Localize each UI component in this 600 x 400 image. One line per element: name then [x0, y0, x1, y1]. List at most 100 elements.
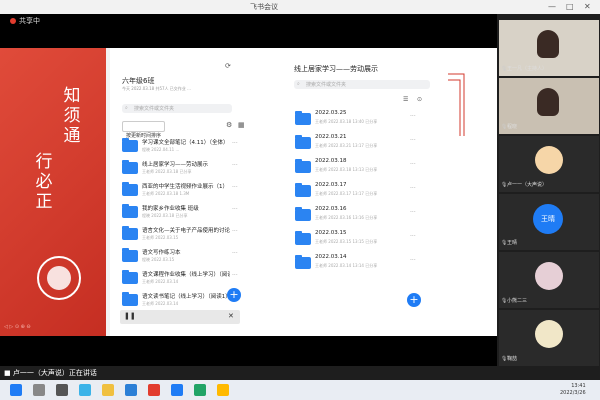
item-subtitle: 程晓 2022.04.11 ... [142, 147, 180, 152]
slide-controls[interactable]: ◁ ▷ ⊙ ⊕ ⊖ [4, 324, 31, 330]
decorative-red-lines [448, 73, 465, 136]
item-subtitle: 王老师 2022.03.14 13:14 已分享 [315, 263, 378, 268]
list-item[interactable]: 语文写作练习本 程晓 2022.03.15 ··· [110, 246, 246, 266]
media-player-bar[interactable]: ❚❚ ✕ [120, 310, 240, 324]
item-subtitle: 程晓 2022.03.18 已分享 [142, 213, 188, 218]
sort-button[interactable]: 按更新时间排序 [122, 121, 166, 139]
list-item[interactable]: 学习课文全部笔记（4.11）（全体） 程晓 2022.04.11 ... ··· [110, 136, 246, 156]
more-icon[interactable]: ··· [410, 209, 416, 216]
folder-title: 六年级6班 [122, 77, 155, 85]
subfolder-title: 线上居家学习——劳动展示 [294, 65, 378, 73]
folder-icon [122, 182, 138, 196]
folder-subtitle: 今天 2022.03.18 共57人 已交作业 ... [122, 86, 191, 91]
close-button[interactable]: ✕ [584, 2, 591, 11]
minimize-button[interactable]: — [548, 2, 556, 11]
motto-char: 通 [63, 126, 81, 146]
motto-char: 知 [63, 86, 81, 106]
task-view-icon[interactable] [56, 384, 68, 396]
folder-icon [122, 160, 138, 174]
more-icon[interactable]: ··· [232, 184, 238, 191]
close-icon[interactable]: ✕ [228, 312, 234, 320]
item-subtitle: 王老师 2022.03.18 13:40 已分享 [315, 119, 378, 124]
item-subtitle: 王老师 2022.03.18 13:13 已分享 [315, 167, 378, 172]
participant-name: 王晴 [507, 240, 518, 246]
title-bar: 飞书会议 — □ ✕ [0, 0, 600, 14]
sharing-indicator[interactable]: 共享中 [0, 14, 60, 28]
more-icon[interactable]: ··· [232, 228, 238, 235]
motto-char: 行 [35, 152, 53, 172]
settings-icon[interactable]: ⚙ [226, 121, 232, 129]
search-input[interactable]: ⌕ 搜索文件或文件夹 [122, 104, 232, 113]
item-subtitle: 王老师 2022.03.18 已分享 [142, 169, 192, 174]
list-item[interactable]: 语言文化—关于电子产品使用的讨论汇总 王老师 2022.03.15 ··· [110, 224, 246, 244]
list-item[interactable]: 2022.03.14 王老师 2022.03.14 13:14 已分享 ··· [285, 252, 437, 274]
clock-date: 2022/3/26 [560, 390, 586, 396]
participant-tile[interactable]: 🎙 卢一一（大声说） [499, 136, 599, 192]
more-icon[interactable]: ··· [410, 113, 416, 120]
more-icon[interactable]: ··· [232, 162, 238, 169]
maximize-button[interactable]: □ [566, 2, 574, 11]
list-item[interactable]: 线上居家学习——劳动展示 王老师 2022.03.18 已分享 ··· [110, 158, 246, 178]
search-placeholder: 搜索文件或文件夹 [134, 106, 175, 112]
app-icon[interactable] [148, 384, 160, 396]
app-icon[interactable] [217, 384, 229, 396]
item-title: 我的家乡作业收集 班级 [142, 206, 199, 212]
feishu-icon[interactable] [171, 384, 183, 396]
item-title: 线上居家学习——劳动展示 [142, 162, 209, 168]
more-icon[interactable]: ··· [232, 140, 238, 147]
start-icon[interactable] [10, 384, 22, 396]
list-view-icon[interactable]: ☰ [403, 96, 408, 103]
edge-icon[interactable] [79, 384, 91, 396]
list-item[interactable]: 2022.03.17 王老师 2022.03.17 13:17 已分享 ··· [285, 180, 437, 202]
item-subtitle: 王老师 2022.03.18 1.3M [142, 191, 190, 196]
participant-tile[interactable]: 🎙 王一凡（主持人） [499, 20, 599, 76]
add-button[interactable]: + [227, 288, 241, 302]
folder-icon [295, 231, 311, 245]
list-item[interactable]: 语文课程作业收集（线上学习）（阅读2）（4.2） 王老师 2022.03.14 … [110, 268, 246, 288]
more-icon[interactable]: ··· [410, 233, 416, 240]
more-icon[interactable]: ··· [410, 185, 416, 192]
list-item[interactable]: 西亚的中学生活视频作业展示（1） 王老师 2022.03.18 1.3M ··· [110, 180, 246, 200]
list-item[interactable]: 语文读书笔记（线上学习）（阅读1）（4.1） 王老师 2022.03.14 ··… [110, 290, 246, 310]
participant-tile[interactable]: 🎙 鞠喆 [499, 310, 599, 366]
file-explorer-icon[interactable] [102, 384, 114, 396]
list-item[interactable]: 2022.03.16 王老师 2022.03.16 13:16 已分享 ··· [285, 204, 437, 226]
sharing-label: 共享中 [19, 17, 40, 25]
list-item[interactable]: 我的家乡作业收集 班级 程晓 2022.03.18 已分享 ··· [110, 202, 246, 222]
search-icon[interactable] [33, 384, 45, 396]
list-item[interactable]: 2022.03.15 王老师 2022.03.15 13:15 已分享 ··· [285, 228, 437, 250]
window-title: 飞书会议 [250, 3, 278, 11]
folder-icon [122, 204, 138, 218]
item-title: 2022.03.21 [315, 134, 347, 140]
more-icon[interactable]: ··· [410, 161, 416, 168]
participant-tile[interactable]: 王晴 🎙 王晴 [499, 194, 599, 250]
folder-icon [122, 292, 138, 306]
item-title: 2022.03.25 [315, 110, 347, 116]
pause-icon[interactable]: ❚❚ [124, 312, 136, 320]
item-subtitle: 程晓 2022.03.15 [142, 257, 175, 262]
more-icon[interactable]: ··· [232, 250, 238, 257]
wechat-icon[interactable] [194, 384, 206, 396]
folder-icon [295, 135, 311, 149]
item-title: 2022.03.18 [315, 158, 347, 164]
search-input[interactable]: ⌕ 搜索文件或文件夹 [294, 80, 430, 89]
store-icon[interactable] [125, 384, 137, 396]
more-icon[interactable]: ··· [410, 257, 416, 264]
add-button[interactable]: + [407, 293, 421, 307]
list-item[interactable]: 2022.03.25 王老师 2022.03.18 13:40 已分享 ··· [285, 108, 437, 130]
list-item[interactable]: 2022.03.18 王老师 2022.03.18 13:13 已分享 ··· [285, 156, 437, 178]
recording-dot-icon [10, 18, 16, 24]
sync-icon[interactable]: ⟳ [225, 62, 231, 70]
participant-tile[interactable]: 🎙 程晓 [499, 78, 599, 134]
motto-column-2: 行 必 正 [34, 152, 54, 212]
more-icon[interactable]: ··· [232, 206, 238, 213]
list-item[interactable]: 2022.03.21 王老师 2022.03.21 13:17 已分享 ··· [285, 132, 437, 154]
more-options-icon[interactable]: ⊙ [417, 96, 422, 103]
grid-view-icon[interactable]: ▦ [238, 121, 245, 129]
item-title: 2022.03.17 [315, 182, 347, 188]
more-icon[interactable]: ··· [232, 272, 238, 279]
more-icon[interactable]: ··· [410, 137, 416, 144]
item-subtitle: 王老师 2022.03.14 [142, 301, 179, 306]
participant-tile[interactable]: 🎙 小熊二三 [499, 252, 599, 308]
system-clock[interactable]: 13:41 2022/3/26 [560, 383, 586, 397]
